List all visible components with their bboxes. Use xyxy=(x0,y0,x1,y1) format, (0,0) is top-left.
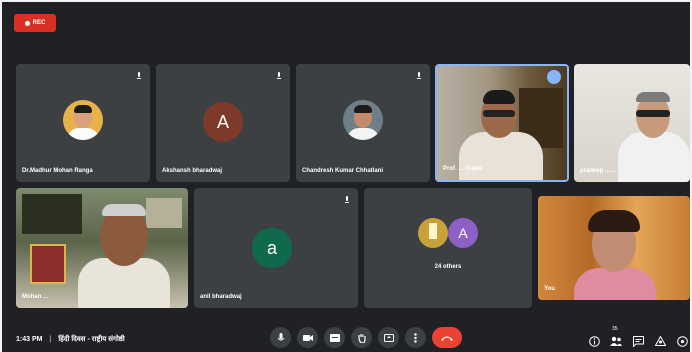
more-options-button[interactable] xyxy=(405,327,426,348)
recording-label: REC xyxy=(32,20,46,26)
activities-icon xyxy=(654,335,666,346)
video-feed xyxy=(437,66,567,180)
participant-name: You xyxy=(544,286,555,292)
participant-tile-presenter[interactable]: Prof. ... Gupta xyxy=(435,64,569,182)
separator: | xyxy=(49,336,52,343)
participant-name: Chandresh Kumar Chhatlani xyxy=(302,168,384,174)
present-icon xyxy=(383,333,394,342)
participant-name: Prof. ... Gupta xyxy=(443,166,483,172)
mic-button[interactable] xyxy=(270,327,291,348)
participant-name: pradeep ... ... xyxy=(580,168,617,174)
video-feed xyxy=(574,64,690,182)
participant-name: Mohan ... xyxy=(22,294,48,300)
avatar xyxy=(343,100,383,140)
avatar: A xyxy=(448,218,478,248)
participant-tile-chandresh[interactable]: Chandresh Kumar Chhatlani xyxy=(296,64,430,182)
camera-button[interactable] xyxy=(297,327,318,348)
info-icon xyxy=(588,335,600,347)
meeting-title: हिंदी दिवस - राष्ट्रीय संगोष्ठी xyxy=(58,336,125,343)
group-avatar xyxy=(418,218,448,248)
speaking-indicator-icon xyxy=(547,70,561,84)
participant-tile-akshansh[interactable]: A Akshansh bharadwaj xyxy=(156,64,290,182)
present-button[interactable] xyxy=(378,327,399,348)
end-call-button[interactable] xyxy=(432,327,462,348)
camera-icon xyxy=(302,334,313,341)
mic-muted-icon xyxy=(345,196,349,203)
mic-muted-icon xyxy=(417,72,421,79)
raise-hand-icon xyxy=(357,333,366,343)
end-call-icon xyxy=(441,336,453,341)
others-count: 24 others xyxy=(434,264,462,270)
mic-muted-icon xyxy=(137,72,141,79)
mic-muted-icon xyxy=(277,72,281,79)
meeting-info: 1:43 PM | हिंदी दिवस - राष्ट्रीय संगोष्ठ… xyxy=(16,335,125,344)
chat-button[interactable] xyxy=(632,335,644,347)
avatar xyxy=(63,100,103,140)
captions-icon xyxy=(329,333,340,342)
avatar: A xyxy=(203,102,243,142)
others-tile[interactable]: A 24 others xyxy=(364,188,532,308)
host-controls-icon xyxy=(676,335,688,347)
recording-dot-icon xyxy=(24,20,30,26)
clock-time: 1:43 PM xyxy=(16,336,43,343)
participant-tile-anil[interactable]: a anil bharadwaj xyxy=(194,188,358,308)
recording-badge: REC xyxy=(14,14,56,32)
raise-hand-button[interactable] xyxy=(351,327,372,348)
participant-name: Akshansh bharadwaj xyxy=(162,168,223,174)
participant-tile-self[interactable]: You xyxy=(538,196,690,300)
participant-tile-5[interactable]: pradeep ... ... xyxy=(574,64,690,182)
side-panel-controls: 35 xyxy=(588,326,688,347)
meeting-window: REC Dr.Madhur Mohan Ranga A Akshansh bha… xyxy=(2,2,690,352)
chat-icon xyxy=(632,335,644,347)
participant-name: Dr.Madhur Mohan Ranga xyxy=(22,168,93,174)
activities-button[interactable] xyxy=(654,335,666,347)
more-icon xyxy=(414,332,417,343)
captions-button[interactable] xyxy=(324,327,345,348)
participant-name: anil bharadwaj xyxy=(200,294,242,300)
video-feed xyxy=(538,196,690,300)
people-count: 35 xyxy=(612,326,618,332)
participant-tile-6[interactable]: Mohan ... xyxy=(16,188,188,308)
mic-icon xyxy=(277,332,284,340)
people-button[interactable]: 35 xyxy=(610,326,622,347)
avatar: a xyxy=(252,228,292,268)
host-controls-button[interactable] xyxy=(676,335,688,347)
call-controls xyxy=(270,327,462,348)
info-button[interactable] xyxy=(588,335,600,347)
people-icon xyxy=(610,336,622,346)
participant-tile-madhur[interactable]: Dr.Madhur Mohan Ranga xyxy=(16,64,150,182)
video-feed xyxy=(16,188,188,308)
